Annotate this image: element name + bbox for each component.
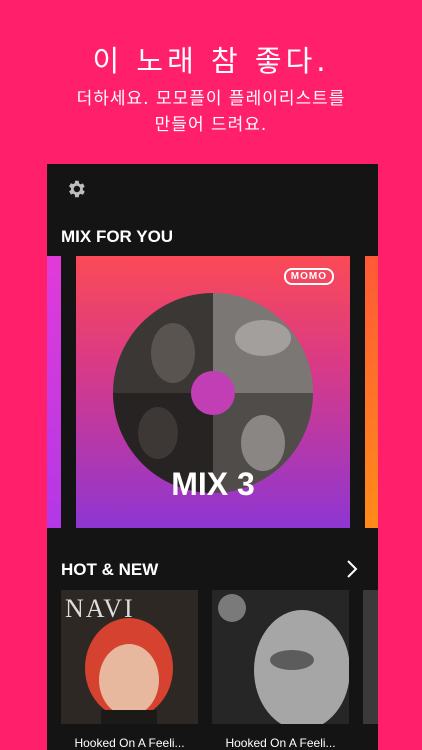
gear-icon[interactable] bbox=[65, 178, 87, 200]
mix-disc-artwork bbox=[113, 293, 313, 493]
album-cover-3[interactable] bbox=[363, 590, 378, 724]
momo-logo: MOMO bbox=[283, 268, 334, 285]
promo-subline: 더하세요. 모모플이 플레이리스트를 만들어 드려요. bbox=[0, 86, 422, 138]
mix-for-you-title: MIX FOR YOU bbox=[61, 227, 174, 246]
app-screen: MIX FOR YOU MOMO MIX 3 HOT & NEW NAVI Ho… bbox=[47, 164, 378, 750]
album-cover-1-text: NAVI bbox=[65, 594, 135, 623]
promo-headline: 이 노래 참 좋다. bbox=[92, 44, 330, 78]
album-title-2[interactable]: Hooked On A Feeli... bbox=[212, 736, 349, 750]
mix-label: MIX 3 bbox=[171, 466, 255, 502]
album-title-1[interactable]: Hooked On A Feeli... bbox=[61, 736, 198, 750]
next-mix-card[interactable] bbox=[365, 256, 378, 528]
prev-mix-card[interactable] bbox=[47, 256, 61, 528]
album-cover-2-art bbox=[212, 590, 349, 724]
album-cover-2[interactable] bbox=[212, 590, 349, 724]
hot-new-title: HOT & NEW bbox=[61, 560, 159, 579]
album-cover-1[interactable]: NAVI bbox=[61, 590, 198, 724]
chevron-right-icon[interactable] bbox=[345, 559, 359, 579]
mix-card[interactable]: MOMO MIX 3 bbox=[76, 256, 350, 528]
promo-subline-1: 더하세요. 모모플이 플레이리스트를 bbox=[76, 89, 346, 109]
promo-subline-2: 만들어 드려요. bbox=[154, 115, 268, 135]
